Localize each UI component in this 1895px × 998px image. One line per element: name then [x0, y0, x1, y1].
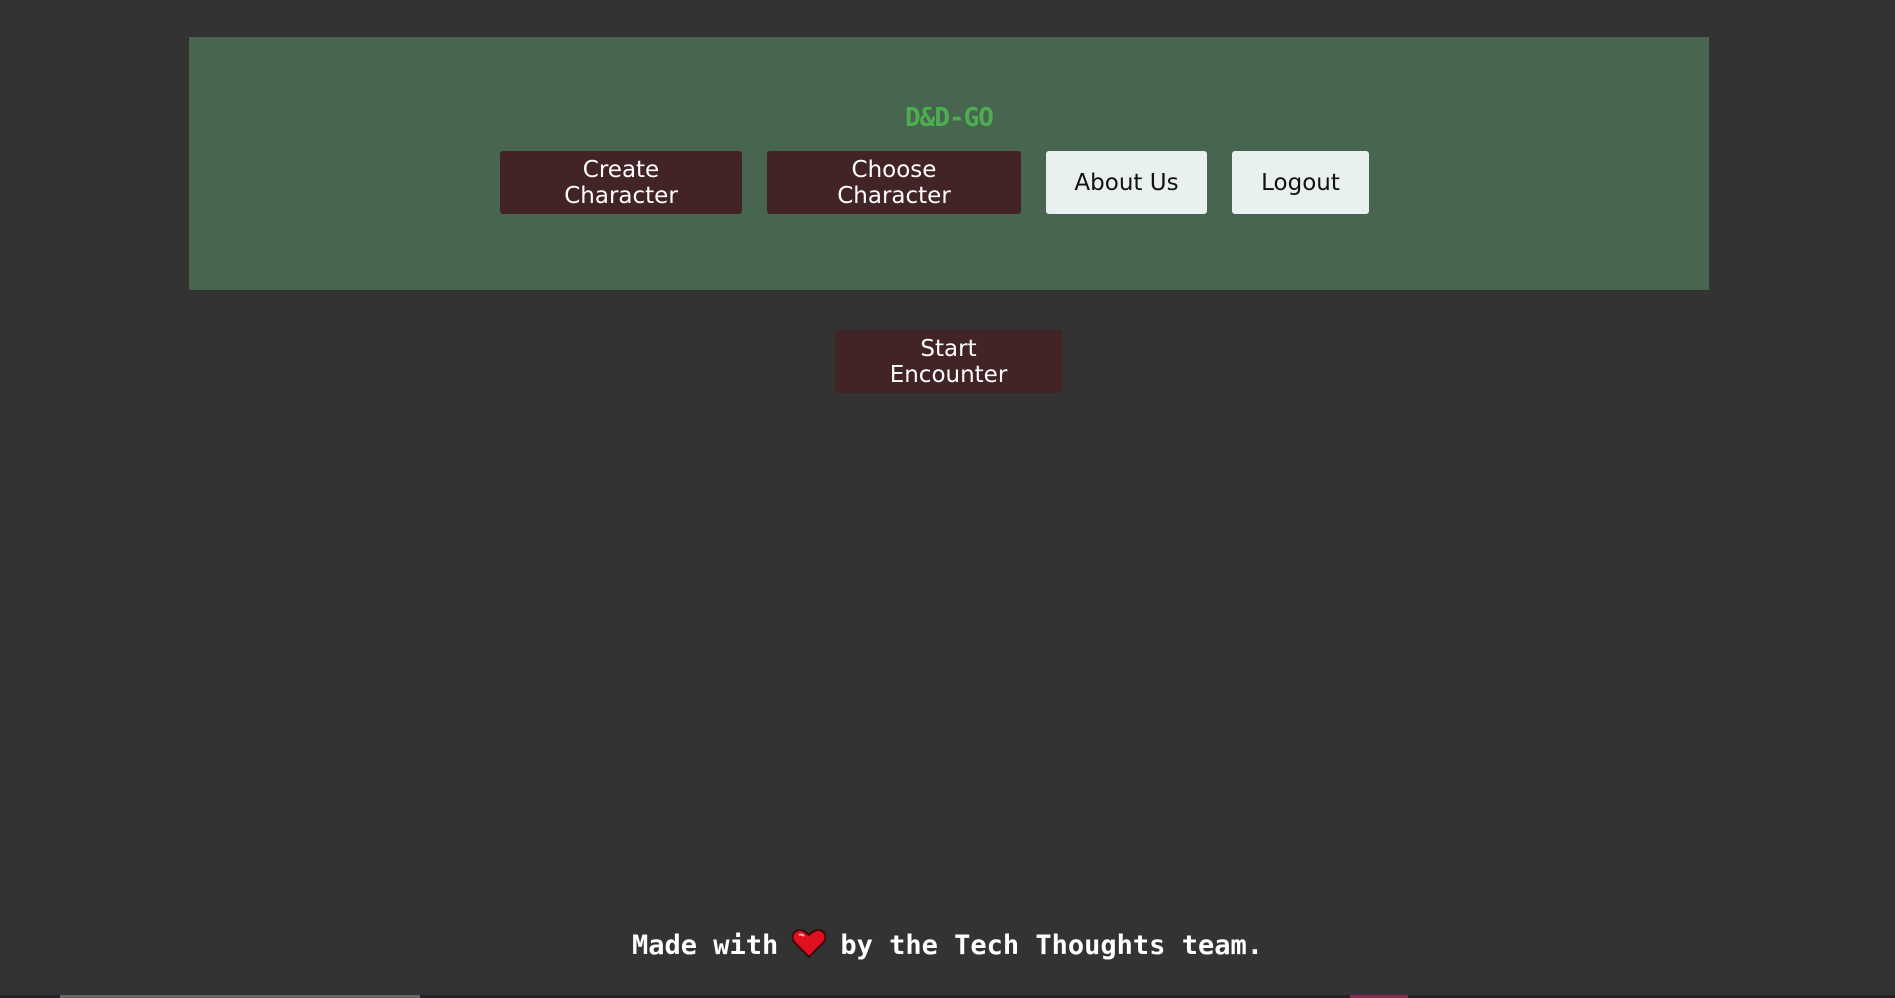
- create-character-button[interactable]: Create Character: [500, 151, 742, 214]
- main-nav: Create Character Choose Character About …: [189, 151, 1709, 214]
- main-content: Start Encounter: [835, 330, 1062, 393]
- footer-text-after: by the Tech Thoughts team.: [840, 930, 1263, 961]
- footer-text-before: Made with: [632, 930, 779, 961]
- about-us-button[interactable]: About Us: [1046, 151, 1207, 214]
- site-logo-text[interactable]: D&D-GO: [189, 103, 1709, 133]
- logout-button[interactable]: Logout: [1232, 151, 1369, 214]
- start-encounter-button[interactable]: Start Encounter: [835, 330, 1062, 393]
- choose-character-button[interactable]: Choose Character: [767, 151, 1021, 214]
- heart-icon: [791, 928, 827, 965]
- site-header: D&D-GO Create Character Choose Character…: [189, 37, 1709, 290]
- site-footer: Made with by the Tech Thoughts team.: [0, 928, 1895, 965]
